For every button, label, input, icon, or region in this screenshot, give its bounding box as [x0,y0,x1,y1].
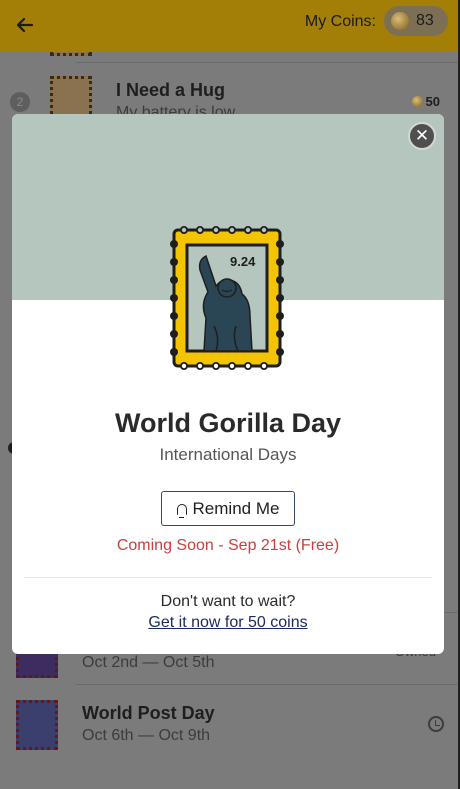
remind-me-button[interactable]: Remind Me [161,491,295,526]
clock-icon [428,716,444,732]
coins-count: 83 [416,12,434,29]
arrow-left-icon [16,17,34,33]
buy-now-link[interactable]: Get it now for 50 coins [12,614,444,632]
bell-icon [176,503,187,518]
row-price[interactable]: 50 [411,94,440,109]
close-icon: ✕ [414,126,430,145]
wait-text: Don't want to wait? [160,593,296,610]
rank-badge: 2 [10,92,30,112]
modal-title: World Gorilla Day [114,408,342,438]
stamp-detail-modal: ✕ 9.24 World Gorilla Day International D… [12,114,444,654]
row-title[interactable]: I Need a Hug [116,80,225,101]
coins-label: My Coins: [304,13,376,30]
stamp-date-text: 9.24 [230,254,256,269]
row-subtitle: Oct 2nd — Oct 5th [82,654,215,671]
coin-icon [391,12,409,30]
close-button[interactable]: ✕ [408,122,436,150]
row-subtitle: Oct 6th — Oct 9th [82,727,211,744]
gorilla-stamp-image: 9.24 [170,226,284,370]
remind-me-label: Remind Me [192,498,280,518]
coin-icon [411,96,423,107]
top-bar: My Coins: 83 [0,0,460,52]
stamp-thumbnail[interactable] [16,700,58,750]
row-price-value: 50 [425,94,440,109]
row-divider [76,684,458,685]
divider [24,577,432,578]
coming-soon-text: Coming Soon - Sep 21st (Free) [116,537,340,554]
coins-balance[interactable]: 83 [384,6,448,36]
modal-subtitle: International Days [159,445,297,464]
row-title[interactable]: World Post Day [82,703,215,724]
back-button[interactable] [10,10,40,40]
row-divider [76,62,458,63]
